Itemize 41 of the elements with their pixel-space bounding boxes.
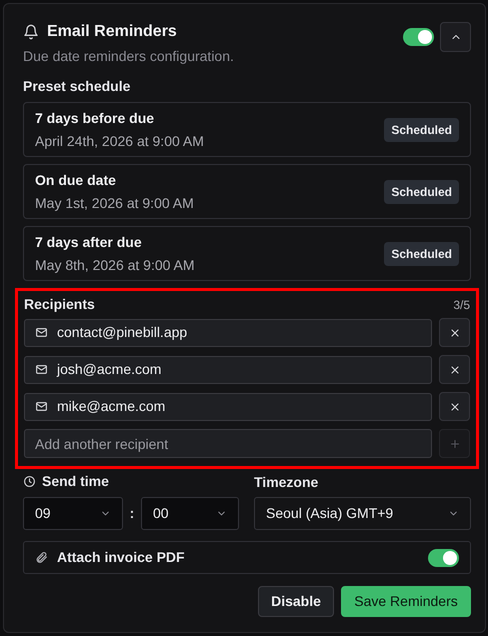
schedule-date: May 8th, 2026 at 9:00 AM (35, 256, 195, 275)
section-label: Preset schedule (23, 77, 132, 96)
reminders-toggle[interactable] (403, 28, 434, 46)
close-icon (448, 400, 461, 412)
section-label: Recipients (24, 295, 95, 314)
hour-select[interactable]: 09 (23, 497, 123, 530)
remove-button[interactable] (439, 355, 470, 384)
envelope-icon (35, 363, 48, 376)
time-separator: : (128, 504, 136, 523)
minute-select[interactable]: 00 (141, 497, 239, 530)
schedule-title: 7 days after due (35, 232, 143, 252)
clock-icon (23, 475, 36, 488)
email-field[interactable]: contact@pinebill.app (24, 318, 432, 346)
field-label: Send time (42, 472, 109, 491)
email-field[interactable]: josh@acme.com (24, 356, 432, 384)
remove-button[interactable] (439, 392, 470, 421)
remove-button[interactable] (439, 318, 470, 347)
recipient-count: 3/5 (453, 296, 470, 314)
timezone-select[interactable]: Seoul (Asia) GMT+9 (254, 497, 471, 530)
status-badge: Scheduled (384, 242, 459, 266)
recipient-input[interactable]: Add another recipient (24, 429, 432, 458)
schedule-date: April 24th, 2026 at 9:00 AM (35, 132, 204, 151)
card-title: Email Reminders (47, 22, 177, 42)
status-badge: Scheduled (384, 180, 459, 204)
disable-button[interactable]: Disable (258, 586, 334, 617)
save-button[interactable]: Save Reminders (341, 586, 471, 617)
schedule-title: 7 days before due (35, 108, 156, 128)
plus-icon (448, 438, 461, 450)
field-label: Timezone (254, 473, 320, 491)
status-badge: Scheduled (384, 118, 459, 142)
email-field[interactable]: mike@acme.com (24, 392, 432, 420)
card-subtitle: Due date reminders configuration. (23, 47, 234, 66)
envelope-icon (35, 326, 48, 339)
schedule-title: On due date (35, 170, 117, 190)
schedule-date: May 1st, 2026 at 9:00 AM (35, 194, 194, 213)
attach-label: Attach invoice PDF (57, 548, 185, 567)
bell-icon (23, 24, 39, 40)
close-icon (448, 326, 461, 338)
envelope-icon (35, 400, 48, 413)
paperclip-icon (35, 551, 48, 564)
close-icon (448, 364, 461, 376)
